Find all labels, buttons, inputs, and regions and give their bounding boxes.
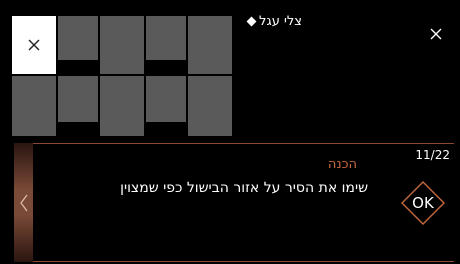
image-tile[interactable]: [12, 76, 56, 136]
step-instruction: שימו את הסיר על אזור הבישול כפי שמצוין: [120, 180, 368, 196]
chevron-left-icon: [19, 194, 27, 211]
step-panel: [14, 143, 454, 262]
recipe-title-text: צלי עגל: [258, 14, 302, 29]
image-tile[interactable]: [100, 16, 144, 74]
recipe-title: צלי עגל: [244, 14, 302, 29]
image-tile[interactable]: [58, 76, 98, 122]
image-tile-selected[interactable]: [12, 16, 56, 74]
ok-label: OK: [412, 194, 434, 212]
image-tile[interactable]: [146, 16, 186, 60]
image-tile[interactable]: [58, 16, 98, 60]
image-tile[interactable]: [188, 16, 232, 74]
close-button[interactable]: [428, 26, 444, 42]
tile-close-icon[interactable]: [12, 16, 56, 74]
image-tile[interactable]: [188, 76, 232, 136]
close-icon: [430, 28, 442, 40]
diamond-icon: [246, 16, 257, 27]
previous-step-button[interactable]: [14, 143, 33, 262]
step-title: הכנה: [327, 157, 357, 172]
image-tile[interactable]: [100, 76, 144, 136]
step-counter: 11/22: [415, 148, 450, 162]
cooking-step-screen: צלי עגל הכנה שימו את הסיר על אזור הבישול…: [0, 0, 460, 264]
image-tile[interactable]: [146, 76, 186, 122]
ok-button[interactable]: OK: [400, 180, 446, 226]
